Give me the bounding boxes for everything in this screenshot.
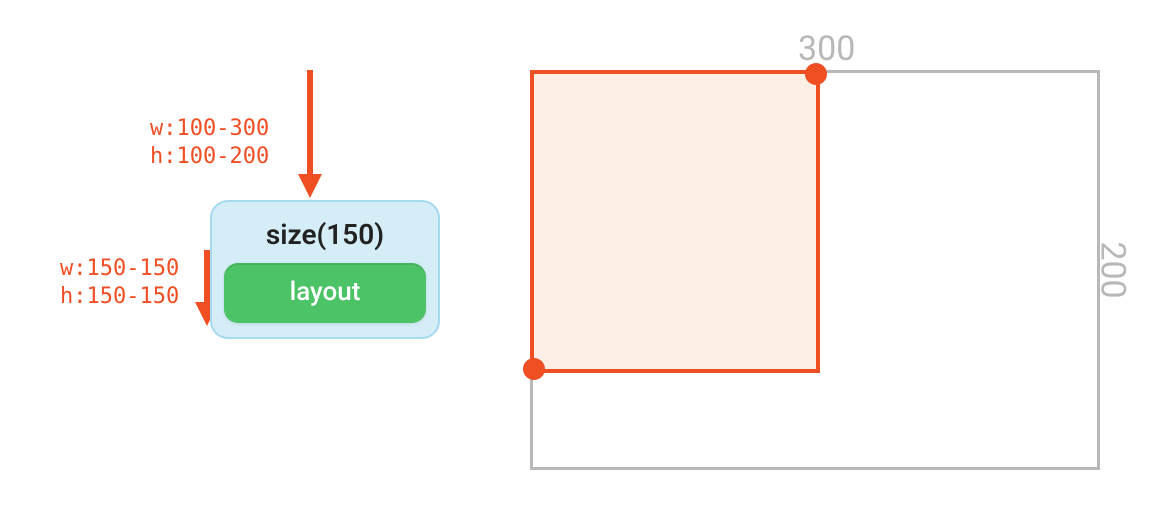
outgoing-w: w:150-150 bbox=[60, 255, 179, 283]
outgoing-h: h:150-150 bbox=[60, 283, 179, 311]
incoming-constraints-label: w:100-300 h:100-200 bbox=[150, 115, 269, 170]
size-widget-title: size(150) bbox=[224, 218, 426, 251]
outgoing-constraints-label: w:150-150 h:150-150 bbox=[60, 255, 179, 310]
outer-rect-width-label: 300 bbox=[798, 29, 855, 69]
handle-dot-icon bbox=[523, 358, 545, 380]
arrow-down-icon bbox=[290, 70, 330, 200]
outer-rect: 300 200 bbox=[530, 70, 1100, 470]
inner-rect bbox=[530, 70, 820, 373]
incoming-w: w:100-300 bbox=[150, 115, 269, 143]
size-illustration: 300 200 bbox=[500, 30, 1140, 500]
outer-rect-height-label: 200 bbox=[1092, 241, 1132, 298]
incoming-h: h:100-200 bbox=[150, 143, 269, 171]
layout-child-pill: layout bbox=[224, 263, 426, 323]
size-widget-box: size(150) layout bbox=[210, 200, 440, 339]
handle-dot-icon bbox=[805, 63, 827, 85]
